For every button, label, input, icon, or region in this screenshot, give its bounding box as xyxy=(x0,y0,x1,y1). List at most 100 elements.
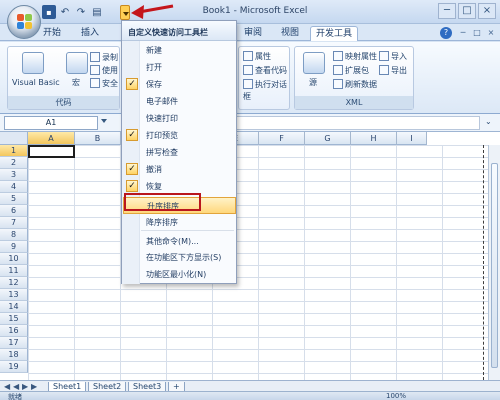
properties-button[interactable]: 属性 xyxy=(243,51,271,63)
xml-group: 源 映射属性 导入 扩展包 导出 刷新数据 XML xyxy=(294,46,414,110)
next-sheet-icon[interactable]: ▶ xyxy=(22,382,31,391)
row-header-2[interactable]: 2 xyxy=(0,157,28,169)
visual-basic-button[interactable]: Visual Basic xyxy=(12,77,60,89)
close-icon[interactable]: × xyxy=(478,3,496,19)
run-dialog-button[interactable]: 执行对话框 xyxy=(243,79,289,101)
menu-item-11[interactable]: 其他命令(M)... xyxy=(123,233,236,250)
menu-item-label: 拼写检查 xyxy=(146,148,178,157)
save-icon[interactable]: ▪ xyxy=(42,5,56,19)
select-all-corner[interactable] xyxy=(0,132,28,145)
macro-security-button[interactable]: 安全 xyxy=(90,78,118,90)
menu-item-5[interactable]: ✓ 打印预览 xyxy=(123,127,236,144)
menu-item-3[interactable]: 电子邮件 xyxy=(123,93,236,110)
print-preview-icon[interactable]: ▤ xyxy=(90,5,104,19)
row-header-3[interactable]: 3 xyxy=(0,169,28,181)
status-bar: 就绪 100% xyxy=(0,391,500,400)
column-header-a[interactable]: A xyxy=(28,132,75,145)
previous-sheet-icon[interactable]: ◀ xyxy=(13,382,22,391)
row-header-10[interactable]: 10 xyxy=(0,253,28,265)
minimize-icon[interactable]: ─ xyxy=(438,3,456,19)
menu-item-7[interactable]: ✓ 撤消 xyxy=(123,161,236,178)
last-sheet-icon[interactable]: ▶ xyxy=(31,382,40,391)
customize-quick-access-menu: 自定义快速访问工具栏 新建 打开 ✓ 保存 电子邮件 快速打印 ✓ 打印预览 拼写检查 ✓ 撤消 ✓ 恢… xyxy=(121,20,237,284)
tab-review[interactable]: 审阅 xyxy=(239,26,267,41)
undo-icon[interactable]: ↶ xyxy=(58,5,72,19)
column-header-g[interactable]: G xyxy=(305,132,351,145)
ribbon-restore-icon[interactable]: □ xyxy=(470,26,484,40)
menu-item-12[interactable]: 在功能区下方显示(S) xyxy=(123,249,236,266)
menu-item-1[interactable]: 打开 xyxy=(123,59,236,76)
row-header-16[interactable]: 16 xyxy=(0,325,28,337)
refresh-data-button[interactable]: 刷新数据 xyxy=(333,79,377,91)
row-header-7[interactable]: 7 xyxy=(0,217,28,229)
tab-view[interactable]: 视图 xyxy=(276,26,304,41)
maximize-icon[interactable]: □ xyxy=(458,3,476,19)
expansion-pack-button[interactable]: 扩展包 xyxy=(333,65,369,77)
reference-icon xyxy=(90,65,100,75)
row-header-1[interactable]: 1 xyxy=(0,145,28,157)
menu-item-4[interactable]: 快速打印 xyxy=(123,110,236,127)
first-sheet-icon[interactable]: ◀ xyxy=(4,382,13,391)
source-icon[interactable] xyxy=(303,52,325,74)
column-header-b[interactable]: B xyxy=(75,132,121,145)
redo-icon[interactable]: ↷ xyxy=(74,5,88,19)
column-header-f[interactable]: F xyxy=(259,132,305,145)
expand-formula-bar-icon[interactable]: ⌄ xyxy=(485,117,495,127)
row-header-8[interactable]: 8 xyxy=(0,229,28,241)
properties-icon xyxy=(243,51,253,61)
window-title: Book1 - Microsoft Excel xyxy=(202,6,308,16)
ribbon-close-icon[interactable]: × xyxy=(484,26,498,40)
menu-item-6[interactable]: 拼写检查 xyxy=(123,144,236,161)
import-button[interactable]: 导入 xyxy=(379,51,407,63)
macro-button[interactable]: 宏 xyxy=(72,77,80,89)
row-header-15[interactable]: 15 xyxy=(0,313,28,325)
menu-item-label: 恢复 xyxy=(146,182,162,191)
row-header-4[interactable]: 4 xyxy=(0,181,28,193)
row-header-17[interactable]: 17 xyxy=(0,337,28,349)
code-group: Visual Basic 宏 录制 使用 安全 代码 xyxy=(7,46,120,110)
status-text: 就绪 xyxy=(8,393,22,400)
ribbon-minimize-icon[interactable]: ─ xyxy=(456,26,470,40)
help-icon[interactable]: ? xyxy=(440,27,452,39)
vertical-scrollbar[interactable] xyxy=(488,145,500,380)
menu-item-2[interactable]: ✓ 保存 xyxy=(123,76,236,93)
row-header-14[interactable]: 14 xyxy=(0,301,28,313)
visual-basic-icon[interactable] xyxy=(22,52,44,74)
row-header-6[interactable]: 6 xyxy=(0,205,28,217)
relative-reference-button[interactable]: 使用 xyxy=(90,65,118,77)
menu-item-0[interactable]: 新建 xyxy=(123,42,236,59)
selected-cell-a1[interactable] xyxy=(28,145,75,158)
row-header-9[interactable]: 9 xyxy=(0,241,28,253)
record-macro-button[interactable]: 录制 xyxy=(90,52,118,64)
red-highlight-box xyxy=(124,193,201,211)
scrollbar-thumb[interactable] xyxy=(491,163,498,368)
tab-developer[interactable]: 开发工具 xyxy=(310,26,359,41)
tab-insert[interactable]: 插入 xyxy=(76,26,104,41)
column-header-h[interactable]: H xyxy=(351,132,397,145)
row-header-12[interactable]: 12 xyxy=(0,277,28,289)
view-code-button[interactable]: 查看代码 xyxy=(243,65,287,77)
row-header-18[interactable]: 18 xyxy=(0,349,28,361)
row-header-5[interactable]: 5 xyxy=(0,193,28,205)
checkmark-icon: ✓ xyxy=(126,163,138,175)
column-header-i[interactable]: I xyxy=(397,132,427,145)
row-header-19[interactable]: 19 xyxy=(0,361,28,373)
worksheet-grid[interactable]: ABCDEFGHI 12345678910111213141516171819 xyxy=(0,132,500,380)
source-button[interactable]: 源 xyxy=(309,77,317,89)
chevron-down-icon[interactable] xyxy=(101,119,107,123)
row-header-13[interactable]: 13 xyxy=(0,289,28,301)
controls-group: 属性 查看代码 执行对话框 xyxy=(238,46,290,110)
export-button[interactable]: 导出 xyxy=(379,65,407,77)
map-properties-button[interactable]: 映射属性 xyxy=(333,51,377,63)
office-button[interactable] xyxy=(7,5,41,39)
row-header-11[interactable]: 11 xyxy=(0,265,28,277)
macro-icon[interactable] xyxy=(66,52,88,74)
name-box[interactable]: A1 xyxy=(4,116,98,130)
tab-home[interactable]: 开始 xyxy=(38,26,66,41)
window-controls: ─ □ × xyxy=(436,3,496,21)
menu-item-label: 快速打印 xyxy=(146,114,178,123)
cell-grid[interactable] xyxy=(28,145,488,380)
menu-item-10[interactable]: 降序排序 xyxy=(123,214,236,231)
zoom-level[interactable]: 100% xyxy=(386,392,406,400)
menu-item-13[interactable]: 功能区最小化(N) xyxy=(123,266,236,283)
